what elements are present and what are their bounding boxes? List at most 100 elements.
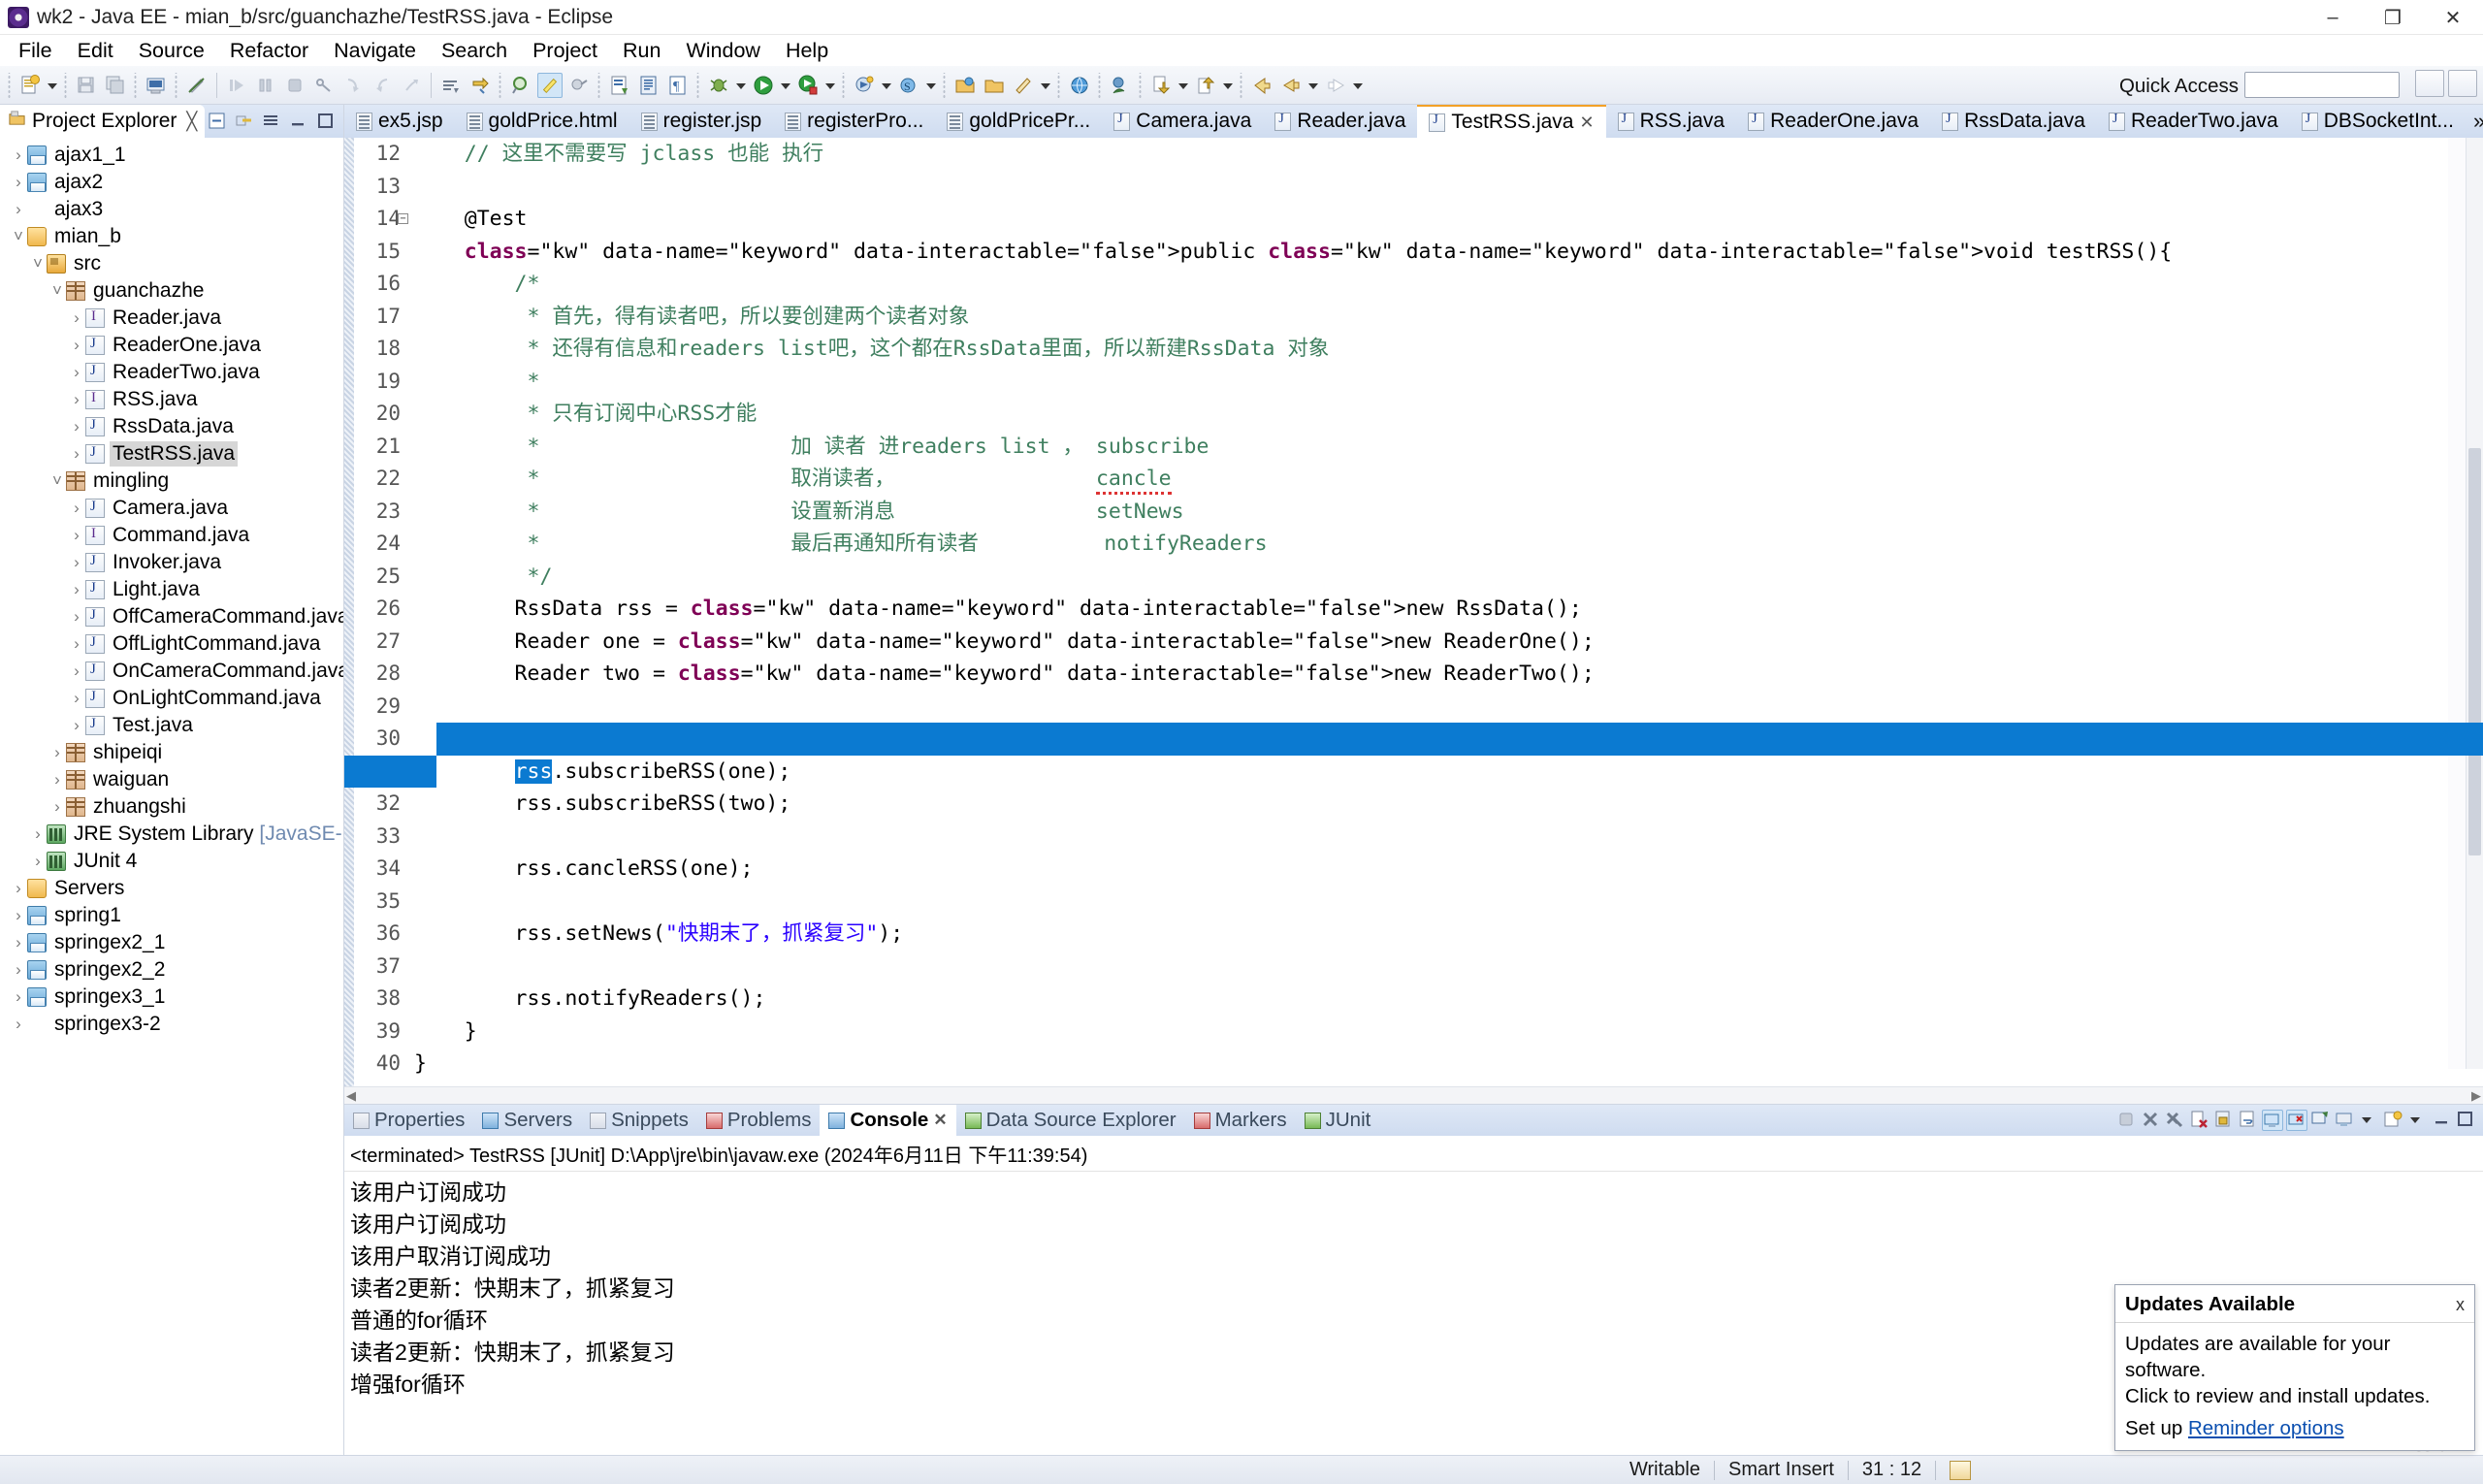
menu-source[interactable]: Source (126, 36, 217, 66)
run-dropdown-icon[interactable] (778, 73, 793, 98)
close-icon[interactable]: ╳ (186, 112, 197, 132)
tree-item-springex3-1[interactable]: › springex3_1 (0, 984, 343, 1011)
code-line[interactable]: rss.cancleRSS(one); (414, 853, 2483, 886)
tree-item-zhuangshi[interactable]: › zhuangshi (0, 793, 343, 821)
chevron-right-icon[interactable]: › (10, 933, 27, 952)
code-line[interactable] (414, 691, 2483, 724)
tree-item-src[interactable]: ˅ src (0, 250, 343, 277)
code-line[interactable]: RssData rss = class="kw" data-name="keyw… (414, 593, 2483, 626)
chevron-right-icon[interactable]: › (68, 363, 85, 382)
tree-item-light-java[interactable]: › Light.java (0, 576, 343, 603)
code-line[interactable]: } (414, 1048, 2483, 1081)
new-package-icon[interactable] (982, 73, 1007, 98)
tree-item-ajax1-1[interactable]: › ajax1_1 (0, 142, 343, 169)
remove-launch-icon[interactable] (2141, 1110, 2162, 1131)
tree-item-ajax3[interactable]: › ajax3 (0, 196, 343, 223)
menu-file[interactable]: File (6, 36, 65, 66)
maximize-icon[interactable] (315, 111, 337, 132)
chevron-down-icon[interactable]: ˅ (48, 471, 66, 491)
tree-item-test-java[interactable]: › Test.java (0, 712, 343, 739)
display-selected-console-icon[interactable] (2335, 1110, 2356, 1131)
chevron-right-icon[interactable]: › (10, 200, 27, 219)
tree-item-camera-java[interactable]: › Camera.java (0, 495, 343, 522)
chevron-right-icon[interactable]: › (48, 743, 66, 762)
coverage-dropdown-icon[interactable] (822, 73, 838, 98)
code-line[interactable]: } (414, 1016, 2483, 1048)
external-tools-icon[interactable] (852, 73, 877, 98)
editor-tab-readerone-java[interactable]: ReaderOne.java (1736, 105, 1930, 138)
tree-item-command-java[interactable]: › Command.java (0, 522, 343, 549)
tree-item-guanchazhe[interactable]: ˅ guanchazhe (0, 277, 343, 305)
forward-dropdown-icon[interactable] (1176, 73, 1191, 98)
deploy-icon[interactable] (1108, 73, 1133, 98)
tree-item-junit-4[interactable]: › JUnit 4 (0, 848, 343, 875)
debug-dropdown-icon[interactable] (733, 73, 749, 98)
tree-item-ajax2[interactable]: › ajax2 (0, 169, 343, 196)
menu-help[interactable]: Help (773, 36, 841, 66)
new-ejb-icon[interactable]: S (896, 73, 921, 98)
chevron-right-icon[interactable]: › (68, 444, 85, 464)
maximize-icon[interactable] (2456, 1110, 2477, 1131)
tree-item-onlightcommand-java[interactable]: › OnLightCommand.java (0, 685, 343, 712)
word-wrap-icon[interactable] (2238, 1110, 2259, 1131)
tree-item-rss-java[interactable]: › RSS.java (0, 386, 343, 413)
open-perspective-icon[interactable] (2415, 70, 2444, 97)
chevron-right-icon[interactable]: › (68, 689, 85, 708)
code-line[interactable]: rss.notifyReaders(); (414, 983, 2483, 1016)
menu-window[interactable]: Window (673, 36, 772, 66)
menu-navigate[interactable]: Navigate (321, 36, 429, 66)
console-tab-snippets[interactable]: Snippets (581, 1105, 697, 1136)
chevron-right-icon[interactable]: › (68, 661, 85, 681)
editor-tab-readertwo-java[interactable]: ReaderTwo.java (2097, 105, 2290, 138)
back-icon[interactable] (1249, 73, 1274, 98)
code-line[interactable]: @Test (414, 203, 2483, 236)
scroll-right-icon[interactable]: ▶ (2471, 1088, 2481, 1104)
up-icon[interactable] (1193, 73, 1218, 98)
tree-item-testrss-java[interactable]: › TestRSS.java (0, 440, 343, 468)
code-line[interactable] (414, 886, 2483, 919)
chevron-right-icon[interactable]: › (68, 336, 85, 355)
code-line[interactable]: // 这里不需要写 jclass 也能 执行 (414, 138, 2483, 171)
tree-item-waiguan[interactable]: › waiguan (0, 766, 343, 793)
close-icon[interactable]: x (2456, 1295, 2465, 1315)
chevron-down-icon[interactable]: ˅ (29, 254, 47, 274)
open-task-icon[interactable] (636, 73, 661, 98)
chevron-right-icon[interactable]: › (29, 852, 47, 871)
tree-item-rssdata-java[interactable]: › RssData.java (0, 413, 343, 440)
chevron-right-icon[interactable]: › (10, 173, 27, 192)
editor-tab-dbsocketint-[interactable]: DBSocketInt... (2290, 105, 2466, 138)
menu-run[interactable]: Run (610, 36, 673, 66)
chevron-right-icon[interactable]: › (68, 553, 85, 572)
maximize-button[interactable]: ❐ (2363, 0, 2423, 35)
window-controls[interactable]: – ❐ ✕ (2303, 0, 2483, 35)
external-tools-dropdown-icon[interactable] (879, 73, 894, 98)
console-tab-properties[interactable]: Properties (344, 1105, 473, 1136)
perspective-switcher[interactable] (2415, 70, 2477, 97)
console-tab-problems[interactable]: Problems (697, 1105, 821, 1136)
code-text-area[interactable]: // 这里不需要写 jclass 也能 执行 @Test class="kw" … (410, 138, 2483, 1086)
close-icon[interactable]: ✕ (1579, 113, 1594, 133)
code-line[interactable]: * 只有订阅中心RSS才能 (414, 398, 2483, 431)
code-line[interactable]: * (414, 366, 2483, 399)
chevron-right-icon[interactable]: › (10, 1015, 27, 1034)
tree-item-shipeiqi[interactable]: › shipeiqi (0, 739, 343, 766)
new-dropdown-icon[interactable] (45, 73, 60, 98)
display-dropdown-icon[interactable] (2359, 1110, 2380, 1131)
code-line[interactable] (414, 821, 2483, 854)
previous-dropdown-icon[interactable] (1306, 73, 1321, 98)
open-console-dropdown-icon[interactable] (2407, 1110, 2429, 1131)
chevron-right-icon[interactable]: › (10, 906, 27, 925)
editor-horizontal-scrollbar[interactable]: ◀ ▶ (344, 1086, 2483, 1104)
code-line[interactable]: rss.setNews("快期末了，抓紧复习"); (414, 918, 2483, 951)
chevron-right-icon[interactable]: › (68, 417, 85, 436)
chevron-right-icon[interactable]: › (68, 580, 85, 599)
chevron-right-icon[interactable]: › (10, 145, 27, 165)
debug-icon[interactable] (706, 73, 731, 98)
chevron-down-icon[interactable]: ˅ (48, 281, 66, 301)
print-icon[interactable] (144, 73, 169, 98)
editor-tab-ex5-jsp[interactable]: ex5.jsp (344, 105, 455, 138)
menu-edit[interactable]: Edit (65, 36, 126, 66)
chevron-right-icon[interactable]: › (10, 879, 27, 898)
code-line[interactable]: rss.subscribeRSS(one); (414, 756, 2483, 789)
chevron-right-icon[interactable]: › (68, 607, 85, 627)
